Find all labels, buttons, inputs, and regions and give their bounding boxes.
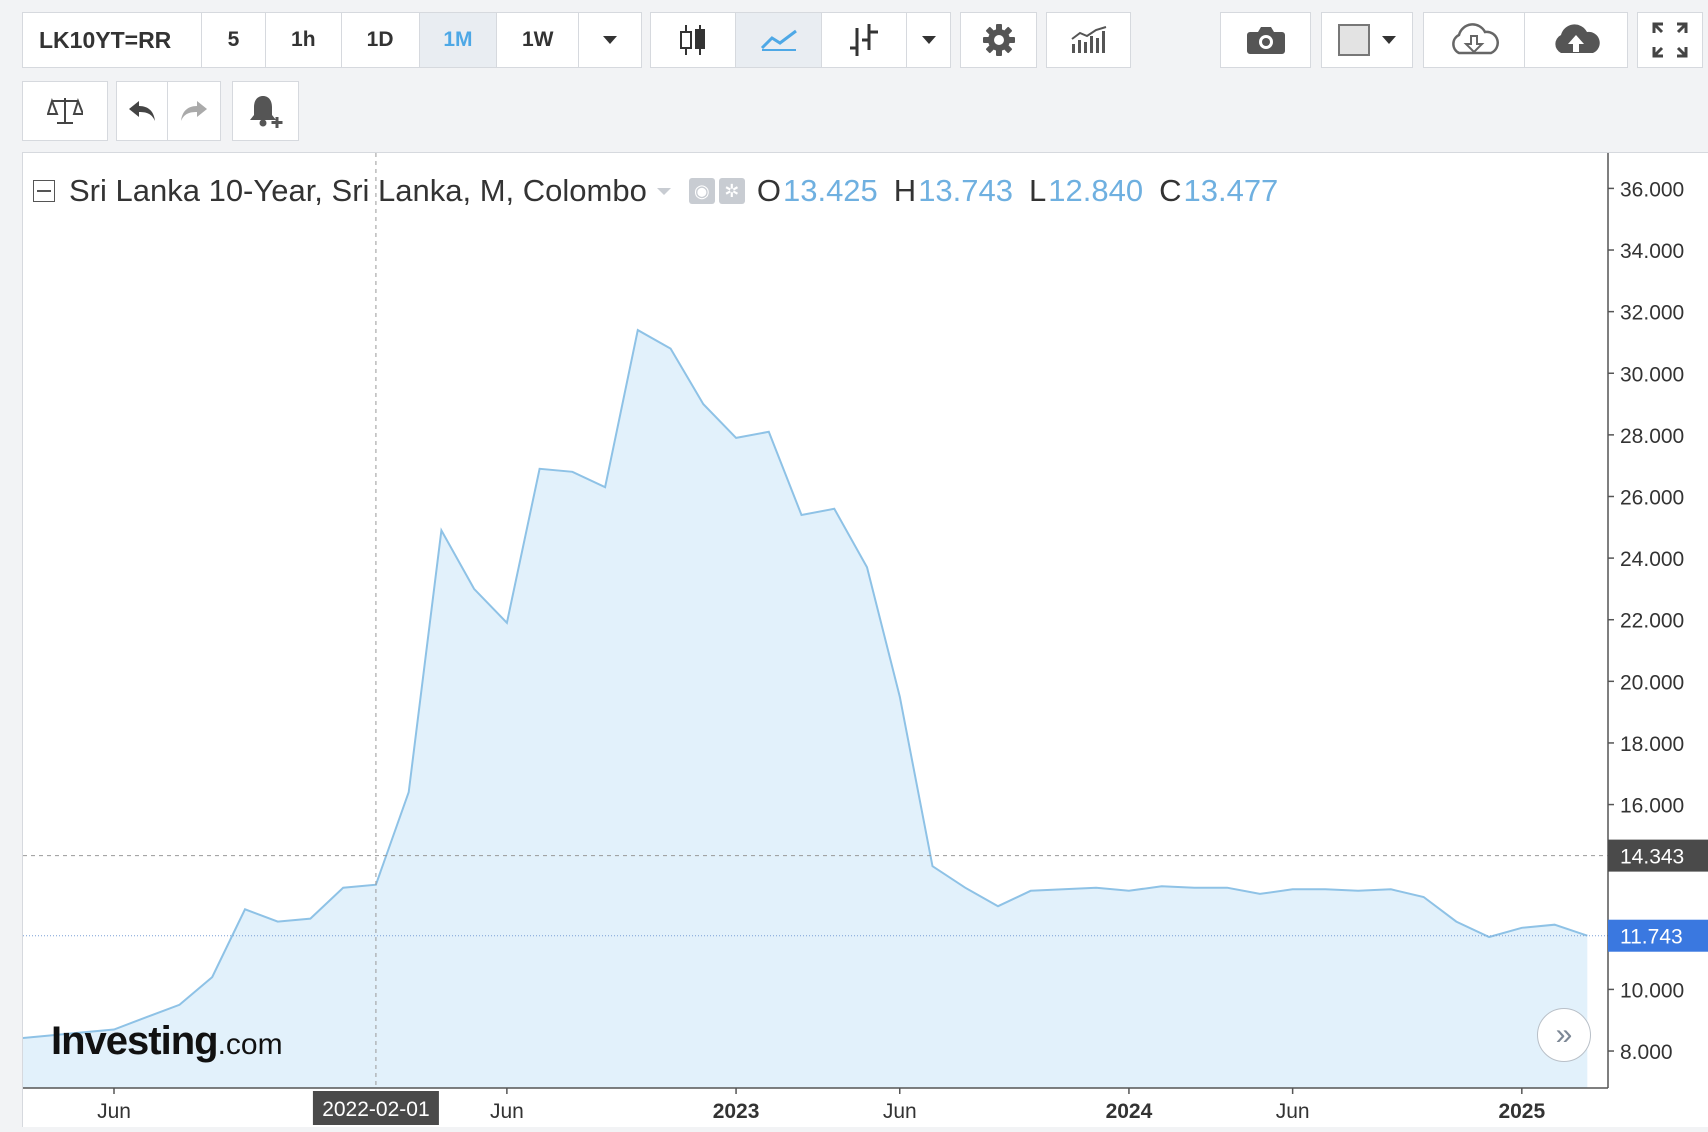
y-tick-label: 36.000: [1620, 178, 1684, 201]
chevron-down-icon: [603, 36, 618, 44]
x-tick-label: Jun: [883, 1100, 917, 1123]
color-picker-button[interactable]: [1322, 13, 1412, 67]
candlestick-icon: [680, 25, 706, 55]
price-chart[interactable]: 36.000 34.000 32.000 30.000 28.000 26.000 24.0…: [23, 153, 1708, 1128]
x-tick-label: Jun: [1276, 1100, 1310, 1123]
indicators-button[interactable]: [1047, 13, 1130, 67]
settings-button[interactable]: [961, 13, 1036, 67]
interval-1h[interactable]: 1h: [265, 13, 342, 67]
y-tick-label: 20.000: [1620, 671, 1684, 694]
price-area: [23, 330, 1588, 1088]
y-tick-label: 24.000: [1620, 548, 1684, 571]
fullscreen-button[interactable]: [1638, 13, 1702, 67]
close-value: 13.477: [1183, 173, 1279, 208]
x-tick-label: 2023: [713, 1100, 760, 1123]
cloud-download-icon: [1452, 23, 1499, 55]
redo-button[interactable]: [168, 82, 220, 140]
color-group: [1321, 12, 1413, 68]
y-tick-label: 28.000: [1620, 425, 1684, 448]
compare-button[interactable]: [23, 82, 107, 140]
symbol-group: LK10YT=RR: [22, 12, 202, 68]
y-tick-label: 10.000: [1620, 979, 1684, 1002]
ohlc-bars-icon: [850, 24, 879, 56]
candles-button[interactable]: [651, 13, 737, 67]
gear-icon: [982, 24, 1015, 56]
y-tick-label: 30.000: [1620, 363, 1684, 386]
chevron-down-icon: [1382, 36, 1396, 44]
y-tick-label: 22.000: [1620, 610, 1684, 633]
logo-suffix: .com: [217, 1028, 283, 1061]
y-tick-label: 32.000: [1620, 302, 1684, 325]
interval-5[interactable]: 5: [202, 13, 266, 67]
chart-type-group: [650, 12, 951, 68]
interval-1m[interactable]: 1M: [419, 13, 498, 67]
camera-icon: [1246, 27, 1285, 54]
cloud-upload-icon: [1555, 24, 1600, 53]
indicators-icon: [1070, 26, 1106, 53]
symbol-search[interactable]: LK10YT=RR: [23, 13, 201, 67]
chevron-down-icon: [921, 36, 936, 44]
undo-button[interactable]: [117, 82, 169, 140]
y-tick-label: 18.000: [1620, 733, 1684, 756]
crosshair-y-label: 14.343: [1620, 846, 1684, 869]
line-chart-icon: [760, 29, 797, 51]
cloud-group: [1423, 12, 1628, 68]
investing-logo: Investing.com: [51, 1019, 283, 1064]
y-tick-label: 34.000: [1620, 240, 1684, 263]
high-value: 13.743: [918, 173, 1014, 208]
open-value: 13.425: [782, 173, 878, 208]
logo-main: Investing: [51, 1019, 219, 1063]
fullscreen-group: [1637, 12, 1703, 68]
compare-group: [22, 81, 108, 141]
interval-dropdown[interactable]: [579, 13, 642, 67]
bars-button[interactable]: [821, 13, 908, 67]
interval-group: 5 1h 1D 1M 1W: [201, 12, 642, 68]
y-tick-label: 8.000: [1620, 1041, 1673, 1064]
interval-1d[interactable]: 1D: [341, 13, 420, 67]
double-chevron-right-icon: »: [1555, 1018, 1573, 1051]
snapshot-group: [1220, 12, 1311, 68]
crosshair-x-label: 2022-02-01: [322, 1098, 429, 1121]
color-swatch-icon: [1338, 24, 1370, 56]
bell-plus-icon: [249, 96, 282, 128]
chart-type-dropdown[interactable]: [907, 13, 950, 67]
area-chart-button[interactable]: [736, 13, 822, 67]
low-value: 12.840: [1048, 173, 1144, 208]
interval-1w[interactable]: 1W: [497, 13, 580, 67]
alert-group: [232, 81, 299, 141]
x-tick-label: 2024: [1106, 1100, 1153, 1123]
indicators-group: [1046, 12, 1131, 68]
gear-icon[interactable]: ✲: [718, 178, 745, 204]
y-tick-label: 16.000: [1620, 795, 1684, 818]
open-label: O: [756, 173, 781, 208]
redo-icon: [181, 101, 207, 121]
x-tick-label: Jun: [490, 1100, 524, 1123]
last-price-label: 11.743: [1620, 926, 1683, 949]
cloud-download-button[interactable]: [1424, 13, 1526, 67]
chart-panel[interactable]: 36.000 34.000 32.000 30.000 28.000 26.000 24.0…: [22, 152, 1708, 1127]
settings-group: [960, 12, 1037, 68]
collapse-legend-icon[interactable]: [33, 180, 55, 202]
scale-icon: [47, 97, 83, 124]
close-label: C: [1159, 173, 1182, 208]
scroll-to-latest-button[interactable]: »: [1537, 1008, 1591, 1062]
x-tick-label: 2025: [1498, 1100, 1545, 1123]
undo-redo-group: [116, 81, 221, 141]
chevron-down-icon[interactable]: [656, 187, 671, 195]
undo-icon: [129, 101, 155, 121]
series-legend: Sri Lanka 10-Year, Sri Lanka, M, Colombo…: [33, 173, 1278, 209]
fullscreen-icon: [1652, 22, 1688, 58]
cloud-upload-button[interactable]: [1525, 13, 1627, 67]
x-tick-label: Jun: [97, 1100, 131, 1123]
legend-title: Sri Lanka 10-Year, Sri Lanka, M, Colombo: [69, 173, 647, 208]
eye-icon[interactable]: ◉: [688, 178, 715, 204]
high-label: H: [893, 173, 917, 208]
snapshot-button[interactable]: [1221, 13, 1310, 67]
low-label: L: [1029, 173, 1047, 208]
add-alert-button[interactable]: [233, 82, 298, 140]
y-tick-label: 26.000: [1620, 486, 1684, 509]
